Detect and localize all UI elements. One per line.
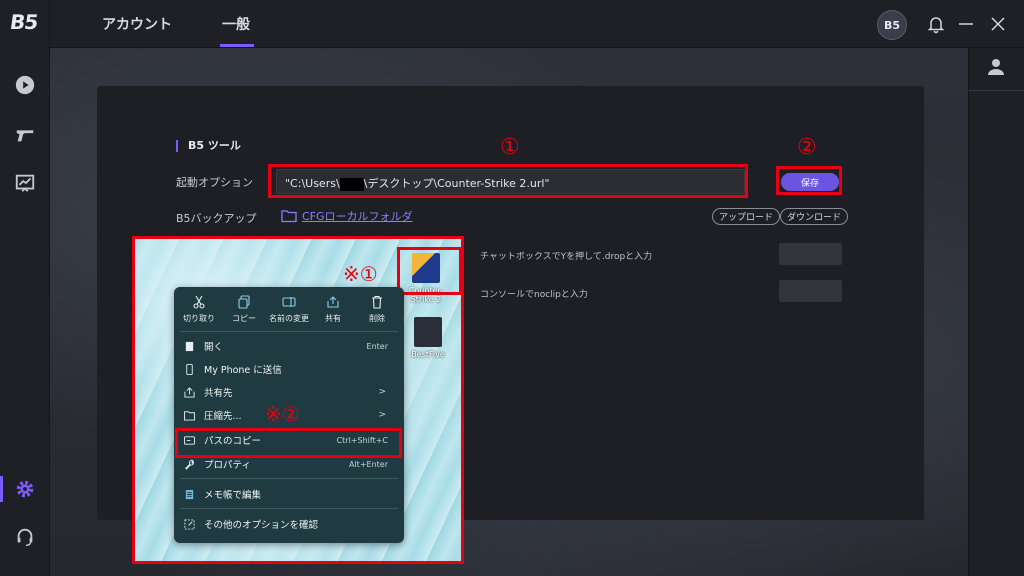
divider <box>969 90 1024 91</box>
menu-item-label: 共有先 <box>204 388 233 399</box>
gear-icon[interactable] <box>13 477 37 501</box>
command-key-box[interactable] <box>779 280 842 302</box>
menu-item-open[interactable]: 開く Enter <box>182 337 396 355</box>
menu-divider <box>180 331 398 332</box>
left-sidebar: B5 <box>0 0 50 576</box>
menu-item-label: 圧縮先... <box>204 411 242 422</box>
menu-item-label: その他のオプションを確認 <box>204 520 319 531</box>
scissors-icon <box>177 295 221 309</box>
menu-divider <box>180 508 398 509</box>
folder-zip-icon <box>182 408 196 422</box>
gun-icon[interactable] <box>13 123 37 147</box>
notepad-icon <box>182 487 196 501</box>
right-sidebar <box>968 48 1024 576</box>
tab-general[interactable]: 一般 <box>222 14 250 34</box>
share-label: 共有 <box>325 314 341 323</box>
share-button[interactable]: 共有 <box>311 295 355 324</box>
more-options-icon <box>182 517 196 531</box>
menu-item-label: My Phone に送信 <box>204 365 282 376</box>
share-icon <box>311 295 355 309</box>
phone-icon <box>182 362 196 376</box>
menu-item-shortcut: Enter <box>366 341 388 351</box>
highlight-cs2-icon <box>397 247 461 295</box>
bestfive-icon <box>414 317 442 347</box>
chevron-right-icon: > <box>378 410 386 420</box>
chevron-right-icon: > <box>378 387 386 397</box>
annotation-note-2: ※② <box>265 402 300 426</box>
desktop-icon-bestfive[interactable]: BestFive <box>405 317 451 359</box>
avatar[interactable]: B5 <box>877 10 907 40</box>
menu-item-label: メモ帳で編集 <box>204 490 262 501</box>
delete-button[interactable]: 削除 <box>355 295 399 324</box>
chart-icon[interactable] <box>13 171 37 195</box>
command-hint-drop: チャットボックスでYを押して.dropと入力 <box>480 252 653 262</box>
active-indicator <box>0 476 3 502</box>
user-icon[interactable] <box>985 56 1007 78</box>
wrench-icon <box>182 457 196 471</box>
section-title: B5 ツール <box>176 140 241 152</box>
share-icon <box>182 385 196 399</box>
cut-label: 切り取り <box>183 314 215 323</box>
menu-item-edit-notepad[interactable]: メモ帳で編集 <box>182 485 396 503</box>
folder-icon <box>281 208 297 223</box>
menu-item-more-options[interactable]: その他のオプションを確認 <box>182 515 396 533</box>
highlight-copy-path <box>175 428 402 458</box>
launch-options-label: 起動オプション <box>176 176 253 189</box>
upload-button[interactable]: アップロード <box>712 208 781 225</box>
tab-active-underline <box>220 44 254 47</box>
annotation-number-2: ② <box>797 135 817 160</box>
desktop-icon-label: BestFive <box>411 350 445 359</box>
headset-icon[interactable] <box>13 525 37 549</box>
copy-button[interactable]: コピー <box>222 295 266 324</box>
rename-button[interactable]: 名前の変更 <box>267 295 311 324</box>
copy-icon <box>222 295 266 309</box>
delete-label: 削除 <box>369 314 385 323</box>
close-icon[interactable] <box>988 14 1008 34</box>
menu-item-shortcut: Alt+Enter <box>348 459 388 469</box>
menu-item-share-to[interactable]: 共有先 > <box>182 383 396 401</box>
trash-icon <box>355 295 399 309</box>
menu-item-label: 開く <box>204 342 224 353</box>
command-hint-noclip: コンソールでnoclipと入力 <box>480 290 588 300</box>
app-logo: B5 <box>8 10 39 34</box>
menu-divider <box>180 478 398 479</box>
annotation-number-1: ① <box>500 135 520 160</box>
cfg-local-folder-link[interactable]: CFGローカルフォルダ <box>302 208 413 224</box>
annotation-note-1: ※① <box>343 262 378 286</box>
minimize-icon[interactable] <box>956 14 976 34</box>
rename-label: 名前の変更 <box>269 314 309 323</box>
menu-item-label: プロパティ <box>204 460 251 471</box>
tab-account[interactable]: アカウント <box>102 14 172 34</box>
open-icon <box>182 339 196 353</box>
highlight-launch-input <box>268 164 748 198</box>
backup-label: B5バックアップ <box>176 212 257 225</box>
rename-icon <box>267 295 311 309</box>
highlight-save-button <box>776 166 842 195</box>
copy-label: コピー <box>232 314 256 323</box>
command-key-box[interactable] <box>779 243 842 265</box>
download-button[interactable]: ダウンロード <box>780 208 849 225</box>
bell-icon[interactable] <box>926 14 946 34</box>
play-icon[interactable] <box>13 73 37 97</box>
menu-item-send-to-phone[interactable]: My Phone に送信 <box>182 360 396 378</box>
top-bar: アカウント 一般 B5 <box>50 0 1024 48</box>
explorer-screenshot: Counter-Strike 2 BestFive ※① 切り取り コピー 名前… <box>132 236 464 564</box>
cut-button[interactable]: 切り取り <box>177 295 221 324</box>
